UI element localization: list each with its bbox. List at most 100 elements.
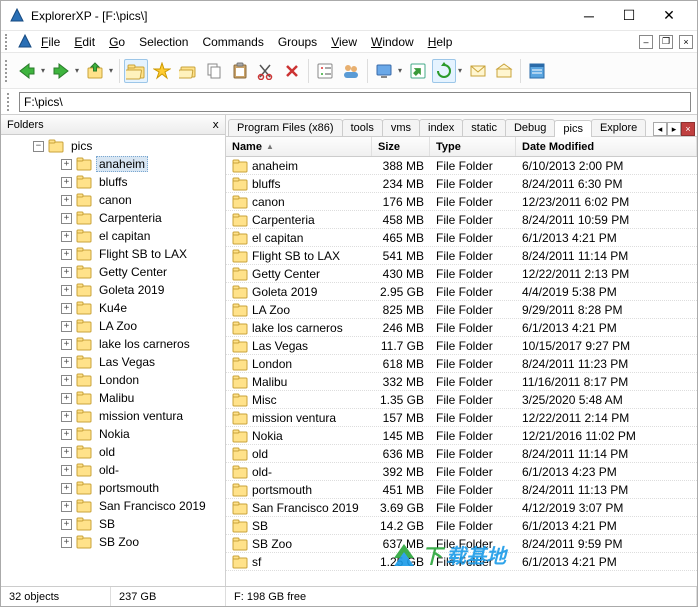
windows-button[interactable]: [525, 59, 549, 83]
expand-icon[interactable]: [61, 537, 72, 548]
cut-button[interactable]: [254, 59, 278, 83]
file-row[interactable]: London618 MBFile Folder8/24/2011 11:23 P…: [226, 355, 697, 373]
file-row[interactable]: San Francisco 20193.69 GBFile Folder4/12…: [226, 499, 697, 517]
back-dropdown[interactable]: ▾: [39, 66, 47, 75]
tree-item[interactable]: London: [5, 371, 225, 389]
tree-item[interactable]: LA Zoo: [5, 317, 225, 335]
file-row[interactable]: bluffs234 MBFile Folder8/24/2011 6:30 PM: [226, 175, 697, 193]
refresh-button[interactable]: [432, 59, 456, 83]
tree-item[interactable]: Las Vegas: [5, 353, 225, 371]
expand-icon[interactable]: [61, 159, 72, 170]
file-row[interactable]: Misc1.35 GBFile Folder3/25/2020 5:48 AM: [226, 391, 697, 409]
window-arrow-button[interactable]: [406, 59, 430, 83]
expand-icon[interactable]: [61, 195, 72, 206]
tab[interactable]: pics: [554, 120, 592, 137]
refresh-dropdown[interactable]: ▾: [456, 66, 464, 75]
tree-item[interactable]: SB: [5, 515, 225, 533]
mdi-minimize-button[interactable]: –: [639, 35, 653, 49]
open-folder-button[interactable]: [176, 59, 200, 83]
tab[interactable]: vms: [382, 119, 420, 136]
expand-icon[interactable]: [61, 375, 72, 386]
tab[interactable]: static: [462, 119, 506, 136]
tree-root[interactable]: pics: [5, 137, 225, 155]
file-row[interactable]: Goleta 20192.95 GBFile Folder4/4/2019 5:…: [226, 283, 697, 301]
tree-item[interactable]: anaheim: [5, 155, 225, 173]
tab[interactable]: Program Files (x86): [228, 119, 343, 136]
tree-item[interactable]: old: [5, 443, 225, 461]
maximize-button[interactable]: ☐: [609, 2, 649, 30]
grip-handle[interactable]: [7, 93, 13, 111]
file-row[interactable]: lake los carneros246 MBFile Folder6/1/20…: [226, 319, 697, 337]
up-button[interactable]: [83, 59, 107, 83]
file-row[interactable]: LA Zoo825 MBFile Folder9/29/2011 8:28 PM: [226, 301, 697, 319]
expand-icon[interactable]: [61, 483, 72, 494]
folders-close-button[interactable]: x: [212, 118, 219, 131]
expand-icon[interactable]: [61, 213, 72, 224]
menu-selection[interactable]: Selection: [133, 33, 194, 51]
properties-button[interactable]: [313, 59, 337, 83]
collapse-icon[interactable]: [33, 141, 44, 152]
column-name[interactable]: Name▲: [226, 137, 372, 156]
expand-icon[interactable]: [61, 465, 72, 476]
mdi-close-button[interactable]: ×: [679, 35, 693, 49]
expand-icon[interactable]: [61, 267, 72, 278]
file-row[interactable]: Getty Center430 MBFile Folder12/22/2011 …: [226, 265, 697, 283]
mdi-restore-button[interactable]: ❐: [659, 35, 673, 49]
expand-icon[interactable]: [61, 447, 72, 458]
file-row[interactable]: Malibu332 MBFile Folder11/16/2011 8:17 P…: [226, 373, 697, 391]
menu-edit[interactable]: Edit: [68, 33, 101, 51]
tree-item[interactable]: Getty Center: [5, 263, 225, 281]
menu-view[interactable]: View: [325, 33, 363, 51]
expand-icon[interactable]: [61, 285, 72, 296]
folders-button[interactable]: [124, 59, 148, 83]
tree-item[interactable]: SB Zoo: [5, 533, 225, 551]
forward-button[interactable]: [49, 59, 73, 83]
menu-help[interactable]: Help: [422, 33, 459, 51]
expand-icon[interactable]: [61, 429, 72, 440]
tree-item[interactable]: San Francisco 2019: [5, 497, 225, 515]
forward-dropdown[interactable]: ▾: [73, 66, 81, 75]
column-type[interactable]: Type: [430, 137, 516, 156]
tree-item[interactable]: Flight SB to LAX: [5, 245, 225, 263]
expand-icon[interactable]: [61, 231, 72, 242]
file-row[interactable]: portsmouth451 MBFile Folder8/24/2011 11:…: [226, 481, 697, 499]
expand-icon[interactable]: [61, 501, 72, 512]
menu-commands[interactable]: Commands: [196, 33, 269, 51]
up-dropdown[interactable]: ▾: [107, 66, 115, 75]
menu-window[interactable]: Window: [365, 33, 420, 51]
tree-item[interactable]: mission ventura: [5, 407, 225, 425]
file-row[interactable]: Las Vegas11.7 GBFile Folder10/15/2017 9:…: [226, 337, 697, 355]
tree-item[interactable]: portsmouth: [5, 479, 225, 497]
column-size[interactable]: Size: [372, 137, 430, 156]
users-button[interactable]: [339, 59, 363, 83]
file-row[interactable]: Carpenteria458 MBFile Folder8/24/2011 10…: [226, 211, 697, 229]
expand-icon[interactable]: [61, 249, 72, 260]
tab[interactable]: index: [419, 119, 463, 136]
tree-item[interactable]: bluffs: [5, 173, 225, 191]
paste-button[interactable]: [228, 59, 252, 83]
delete-button[interactable]: [280, 59, 304, 83]
copy-button[interactable]: [202, 59, 226, 83]
tree-item[interactable]: el capitan: [5, 227, 225, 245]
tree-item[interactable]: lake los carneros: [5, 335, 225, 353]
tab-scroll-right-button[interactable]: ▸: [667, 122, 681, 136]
tree-item[interactable]: Nokia: [5, 425, 225, 443]
tree-item[interactable]: Goleta 2019: [5, 281, 225, 299]
tab[interactable]: tools: [342, 119, 383, 136]
menu-go[interactable]: Go: [103, 33, 131, 51]
file-row[interactable]: old636 MBFile Folder8/24/2011 11:14 PM: [226, 445, 697, 463]
expand-icon[interactable]: [61, 357, 72, 368]
mail-open-button[interactable]: [492, 59, 516, 83]
tab-close-button[interactable]: ×: [681, 122, 695, 136]
tree-item[interactable]: Ku4e: [5, 299, 225, 317]
grip-handle[interactable]: [5, 34, 11, 50]
grip-handle[interactable]: [5, 60, 11, 82]
tree-item[interactable]: old-: [5, 461, 225, 479]
tab-scroll-left-button[interactable]: ◂: [653, 122, 667, 136]
file-row[interactable]: Flight SB to LAX541 MBFile Folder8/24/20…: [226, 247, 697, 265]
file-row[interactable]: canon176 MBFile Folder12/23/2011 6:02 PM: [226, 193, 697, 211]
back-button[interactable]: [15, 59, 39, 83]
address-input[interactable]: [19, 92, 691, 112]
file-list[interactable]: anaheim388 MBFile Folder6/10/2013 2:00 P…: [226, 157, 697, 586]
mail-button[interactable]: [466, 59, 490, 83]
